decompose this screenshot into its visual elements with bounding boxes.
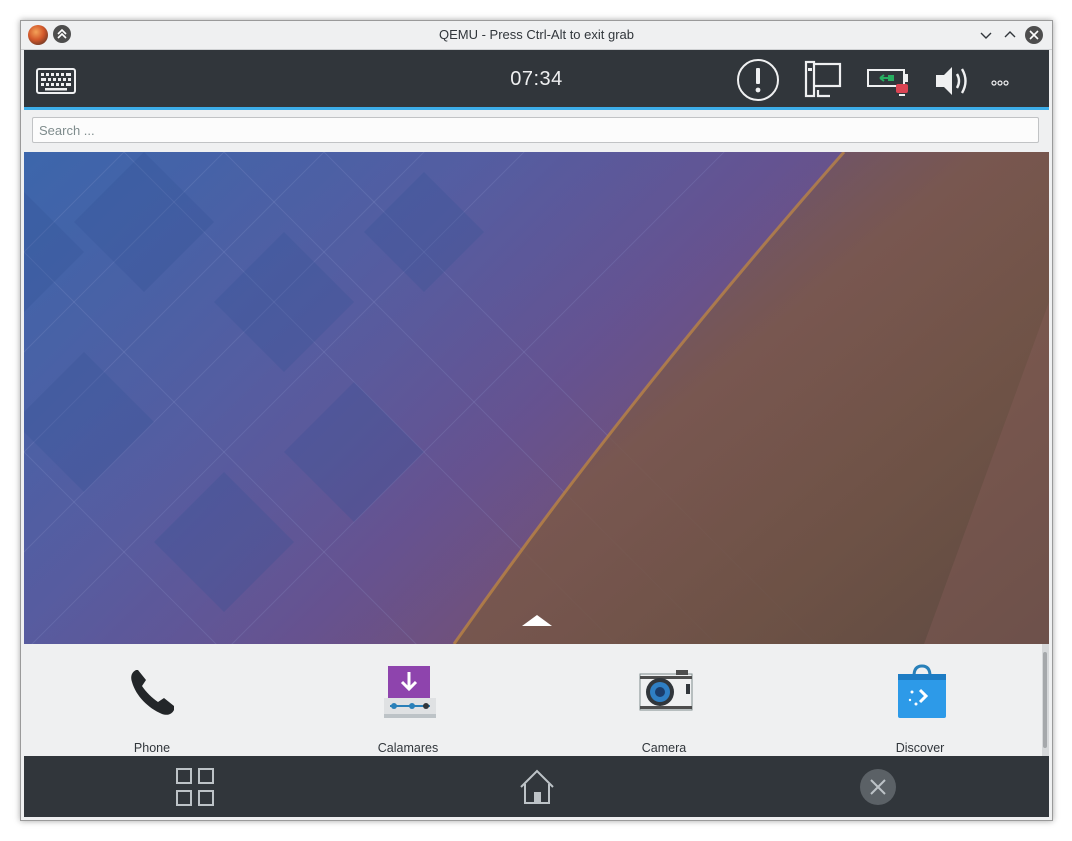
home-button[interactable]	[518, 768, 556, 811]
search-bar	[24, 110, 1049, 152]
favorites-dock: Phone Calamares Camera Discover	[24, 644, 1042, 756]
app-phone[interactable]: Phone	[82, 644, 222, 756]
top-panel: 07:34	[24, 50, 1049, 107]
dock-scrollbar[interactable]	[1042, 644, 1049, 756]
minimize-button[interactable]	[977, 26, 995, 44]
chevron-up-icon	[1004, 31, 1016, 38]
maximize-button[interactable]	[1001, 26, 1019, 44]
app-label: Phone	[133, 741, 171, 755]
home-icon	[520, 769, 554, 804]
app-label: Calamares	[377, 741, 439, 755]
arrow-up-icon	[522, 615, 552, 626]
bottom-panel	[24, 756, 1049, 817]
scrollbar-thumb[interactable]	[1043, 652, 1047, 748]
notification-alert-icon[interactable]	[736, 58, 780, 107]
camera-icon	[638, 664, 693, 720]
grid-icon	[176, 768, 214, 806]
close-button[interactable]	[1025, 26, 1043, 44]
network-icon[interactable]	[804, 60, 844, 105]
chevron-down-icon	[980, 32, 992, 39]
app-camera[interactable]: Camera	[594, 644, 734, 756]
window-title: QEMU - Press Ctrl-Alt to exit grab	[438, 27, 635, 42]
app-label: Discover	[895, 741, 945, 755]
close-window-button[interactable]	[860, 769, 896, 810]
discover-store-icon	[894, 664, 948, 720]
task-switcher-button[interactable]	[176, 768, 214, 811]
overflow-menu-icon[interactable]	[991, 74, 1009, 92]
app-discover[interactable]: Discover	[850, 644, 990, 756]
app-label: Camera	[641, 741, 687, 755]
close-circle-icon	[860, 769, 896, 805]
phone-icon	[126, 664, 180, 720]
window-titlebar[interactable]: QEMU - Press Ctrl-Alt to exit grab	[21, 21, 1052, 50]
app-calamares[interactable]: Calamares	[338, 644, 478, 756]
close-icon	[1029, 30, 1039, 40]
qemu-window: QEMU - Press Ctrl-Alt to exit grab 07:34…	[20, 20, 1053, 821]
wallpaper-pattern	[24, 152, 1049, 644]
search-input[interactable]	[32, 117, 1039, 143]
battery-icon[interactable]	[866, 64, 914, 103]
calamares-installer-icon	[382, 664, 436, 720]
wallpaper	[24, 152, 1049, 644]
volume-icon[interactable]	[934, 62, 974, 105]
